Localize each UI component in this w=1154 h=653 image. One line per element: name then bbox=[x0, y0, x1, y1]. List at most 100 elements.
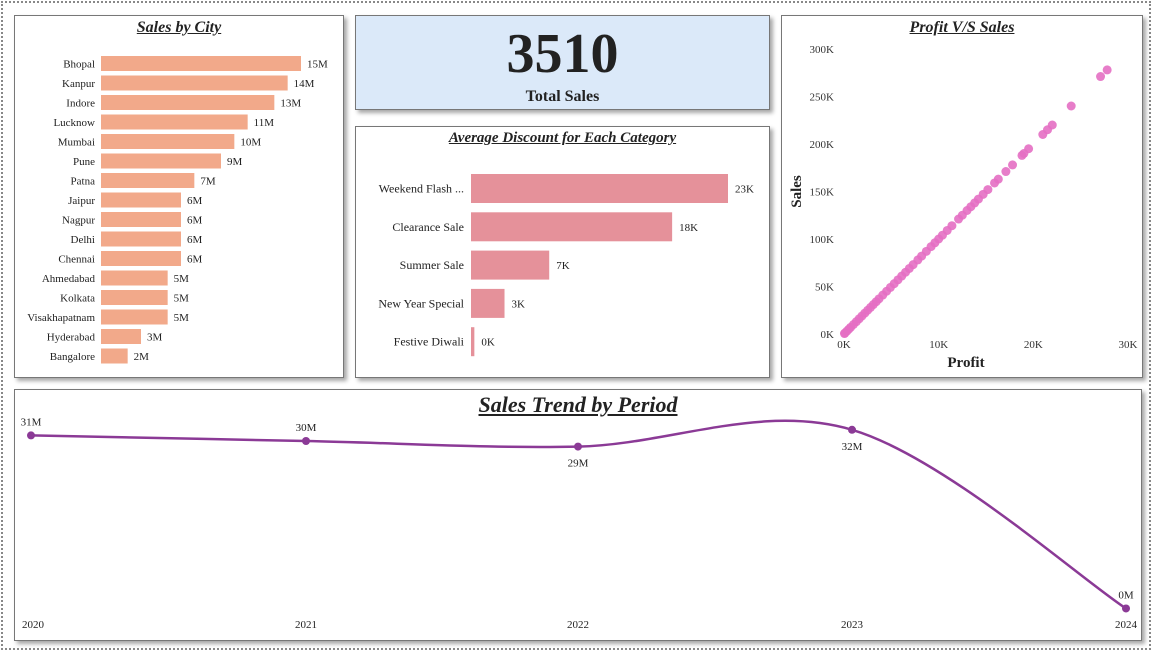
avg-discount-chart: Weekend Flash ... 23K Clearance Sale 18K Sum… bbox=[378, 174, 754, 357]
city-bar bbox=[101, 309, 168, 325]
sales-trend-chart: 31M 2020 30M 2021 29M 2022 32M 2023 0M 2024 bbox=[21, 416, 1138, 631]
city-category-label: Jaipur bbox=[68, 195, 95, 207]
total-sales-card[interactable]: 3510 Total Sales bbox=[355, 15, 770, 110]
city-category-label: Kanpur bbox=[62, 78, 95, 90]
city-bar bbox=[101, 153, 221, 169]
sales-trend-card[interactable]: Sales Trend by Period 31M 2020 30M 2021 29M 2… bbox=[14, 389, 1142, 641]
city-category-label: Patna bbox=[71, 176, 96, 188]
city-category-label: Nagpur bbox=[62, 215, 95, 227]
city-category-label: Kolkata bbox=[60, 293, 95, 305]
scatter-y-tick: 300K bbox=[810, 44, 835, 56]
city-category-label: Bhopal bbox=[63, 59, 95, 71]
sales-trend-x-tick: 2021 bbox=[295, 619, 317, 631]
discount-category-label: Festive Diwali bbox=[394, 335, 465, 349]
scatter-x-tick: 0K bbox=[837, 339, 851, 351]
scatter-point bbox=[839, 329, 849, 339]
city-bar bbox=[101, 95, 275, 110]
scatter-point bbox=[1017, 150, 1027, 160]
scatter-point bbox=[954, 214, 964, 224]
scatter-y-tick: 0K bbox=[821, 329, 835, 341]
sales-trend-data-label: 32M bbox=[842, 441, 863, 453]
city-category-label: Pune bbox=[73, 156, 95, 168]
city-data-label: 10M bbox=[240, 137, 261, 149]
sales-by-city-chart: Bhopal 15M Kanpur 14M Indore 13M Lucknow 11M Mum… bbox=[27, 56, 328, 364]
sales-trend-x-tick: 2020 bbox=[22, 619, 45, 631]
city-bar bbox=[101, 134, 235, 149]
city-data-label: 5M bbox=[174, 293, 190, 305]
profit-vs-sales-chart: 0K 50K 100K 150K 200K 250K 300K 0K 10K 20K 30K Prof… bbox=[789, 44, 1138, 371]
scatter-y-tick: 200K bbox=[810, 139, 835, 151]
city-category-label: Indore bbox=[66, 98, 95, 110]
scatter-point bbox=[1038, 130, 1048, 139]
discount-data-label: 0K bbox=[481, 337, 495, 349]
city-category-label: Visakhapatnam bbox=[27, 312, 95, 324]
city-bar bbox=[101, 56, 301, 71]
sales-trend-point bbox=[1122, 604, 1130, 613]
avg-discount-card[interactable]: Average Discount for Each Category Weeke… bbox=[355, 126, 770, 378]
city-category-label: Ahmedabad bbox=[42, 273, 96, 285]
city-category-label: Mumbai bbox=[58, 137, 95, 149]
discount-bar bbox=[471, 212, 673, 242]
city-category-label: Hyderabad bbox=[47, 332, 96, 344]
scatter-y-tick: 100K bbox=[810, 234, 835, 246]
city-data-label: 6M bbox=[187, 195, 203, 207]
scatter-y-tick: 250K bbox=[810, 92, 835, 104]
city-bar bbox=[101, 270, 168, 286]
city-category-label: Lucknow bbox=[53, 117, 95, 129]
city-bar bbox=[101, 114, 248, 130]
city-bar bbox=[101, 290, 168, 305]
discount-bar bbox=[471, 250, 550, 280]
scatter-x-tick: 30K bbox=[1119, 339, 1138, 351]
scatter-y-tick: 150K bbox=[810, 187, 835, 199]
city-data-label: 13M bbox=[280, 98, 301, 110]
city-category-label: Chennai bbox=[58, 254, 95, 266]
city-bar bbox=[101, 251, 181, 266]
discount-data-label: 7K bbox=[556, 260, 570, 272]
sales-trend-point bbox=[574, 442, 582, 451]
city-data-label: 5M bbox=[174, 312, 190, 324]
total-sales-label: Total Sales bbox=[525, 88, 600, 105]
profit-vs-sales-card[interactable]: Profit V/S Sales 0K 50K 100K 150K 200K 250K 30… bbox=[781, 15, 1143, 378]
sales-by-city-card[interactable]: Sales by City Bhopal 15M Kanpur 14M Indore 13… bbox=[14, 15, 344, 378]
city-data-label: 7M bbox=[200, 176, 216, 188]
city-data-label: 6M bbox=[187, 234, 203, 246]
city-bar bbox=[101, 329, 141, 344]
city-bar bbox=[101, 192, 181, 208]
scatter-point bbox=[1066, 101, 1076, 111]
discount-category-label: Summer Sale bbox=[400, 258, 464, 272]
discount-data-label: 23K bbox=[735, 184, 754, 196]
scatter-x-tick: 10K bbox=[929, 339, 948, 351]
sales-trend-data-label: 30M bbox=[296, 422, 317, 434]
city-bar bbox=[101, 231, 181, 247]
city-data-label: 14M bbox=[294, 78, 315, 90]
total-sales-value: 3510 bbox=[506, 23, 619, 85]
sales-trend-point bbox=[27, 431, 35, 440]
discount-category-label: Weekend Flash ... bbox=[379, 182, 464, 196]
city-data-label: 15M bbox=[307, 59, 328, 71]
sales-trend-data-label: 31M bbox=[21, 416, 42, 428]
discount-bar bbox=[471, 327, 475, 357]
scatter-point bbox=[1096, 72, 1106, 82]
city-data-label: 2M bbox=[134, 351, 150, 363]
sales-trend-data-label: 0M bbox=[1118, 589, 1134, 601]
sales-trend-x-tick: 2024 bbox=[1115, 619, 1138, 631]
city-data-label: 6M bbox=[187, 215, 203, 227]
discount-category-label: Clearance Sale bbox=[392, 220, 464, 234]
city-bar bbox=[101, 348, 128, 364]
scatter-point bbox=[1102, 65, 1112, 75]
scatter-point bbox=[1001, 167, 1011, 177]
sales-trend-x-tick: 2023 bbox=[841, 619, 864, 631]
scatter-y-tick: 50K bbox=[815, 282, 834, 294]
city-category-label: Bangalore bbox=[50, 351, 95, 363]
sales-trend-data-label: 29M bbox=[568, 458, 589, 470]
discount-bar bbox=[471, 288, 505, 318]
sales-trend-point bbox=[302, 437, 310, 445]
scatter-point bbox=[1008, 160, 1018, 170]
sales-trend-point bbox=[848, 425, 856, 434]
city-bar bbox=[101, 75, 288, 91]
city-bar bbox=[101, 173, 195, 188]
discount-data-label: 18K bbox=[679, 222, 698, 234]
city-bar bbox=[101, 212, 181, 227]
city-data-label: 9M bbox=[227, 156, 243, 168]
sales-trend-x-tick: 2022 bbox=[567, 619, 589, 631]
